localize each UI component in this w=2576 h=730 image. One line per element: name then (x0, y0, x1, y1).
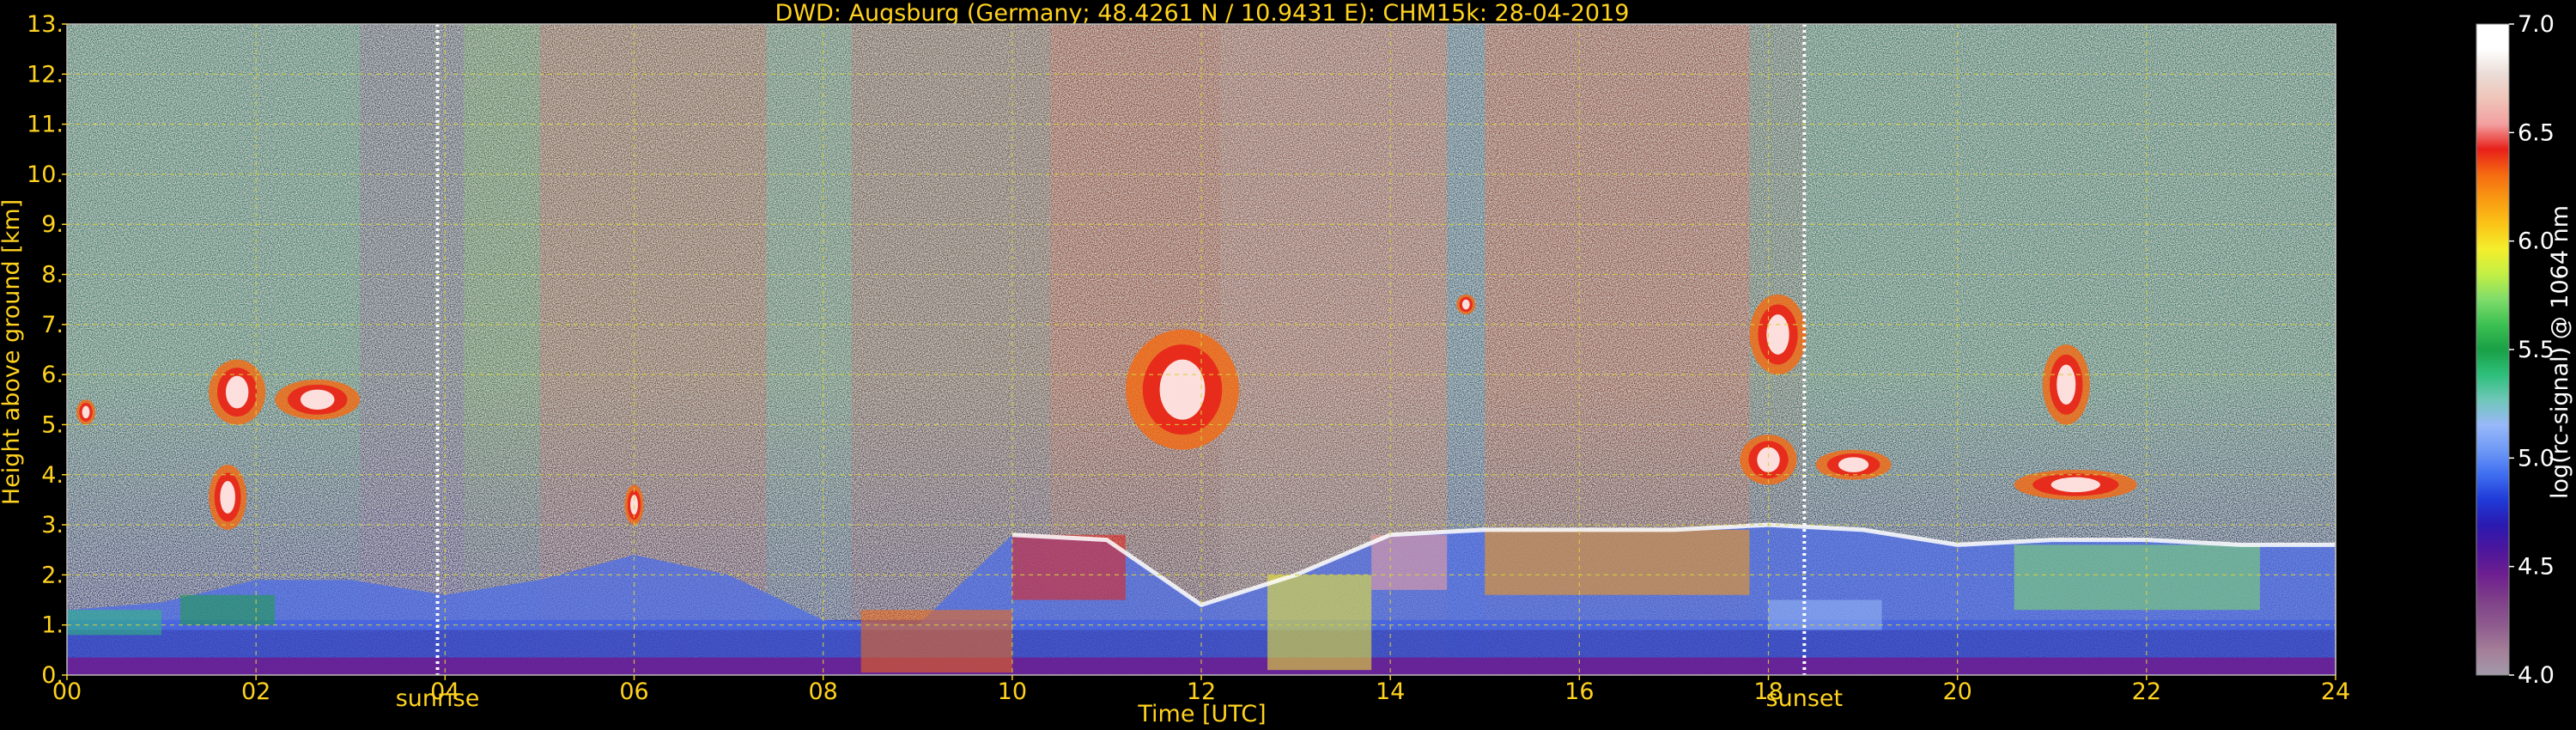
x-tick-label: 14 (1376, 678, 1405, 705)
y-tick-label: 11. (27, 112, 64, 138)
x-tick-label: 04 (430, 678, 459, 705)
y-tick-label: 0. (41, 662, 64, 689)
x-tick-label: 02 (241, 678, 270, 705)
x-tick-label: 20 (1942, 678, 1971, 705)
colorbar-label: log(rc-signal) @ 1064 nm (2547, 205, 2573, 499)
colorbar: 4.04.55.05.56.06.57.0 log(rc-signal) @ 1… (2476, 11, 2573, 689)
y-tick-label: 6. (41, 362, 64, 388)
y-tick-label: 2. (41, 562, 64, 588)
colorbar-tick-label: 4.0 (2518, 662, 2555, 689)
colorbar-tick-label: 7.0 (2518, 11, 2555, 38)
ceilometer-chart: DWD: Augsburg (Germany; 48.4261 N / 10.9… (0, 0, 2573, 727)
y-tick-label: 7. (41, 312, 64, 338)
x-tick-label: 24 (2321, 678, 2350, 705)
y-tick-label: 3. (41, 512, 64, 538)
y-tick-label: 4. (41, 462, 64, 489)
y-tick-label: 13. (27, 11, 64, 38)
y-axis-ticks: 0. 1. 2. 3. 4. 5. 6. 7. 8. 9. 10. 11. 12. 13. (27, 11, 67, 689)
x-tick-label: 22 (2132, 678, 2161, 705)
x-tick-label: 18 (1753, 678, 1783, 705)
y-tick-label: 8. (41, 262, 64, 289)
colorbar-tick-label: 4.5 (2518, 554, 2555, 581)
x-tick-label: 16 (1564, 678, 1594, 705)
x-tick-label: 06 (619, 678, 648, 705)
y-tick-label: 12. (27, 61, 64, 88)
x-axis-label: Time [UTC] (1137, 701, 1266, 727)
y-axis-label: Height above ground [km] (0, 199, 25, 505)
chart-title: DWD: Augsburg (Germany; 48.4261 N / 10.9… (775, 0, 1630, 27)
plot-area: sunrise sunset (66, 23, 2336, 712)
y-tick-label: 1. (41, 612, 64, 639)
colorbar-tick-label: 6.5 (2518, 119, 2555, 146)
y-tick-label: 5. (41, 411, 64, 438)
x-tick-label: 10 (998, 678, 1027, 705)
y-tick-label: 9. (41, 211, 64, 238)
colorbar-scale (2476, 23, 2510, 676)
x-tick-label: 08 (808, 678, 837, 705)
y-tick-label: 10. (27, 161, 64, 188)
